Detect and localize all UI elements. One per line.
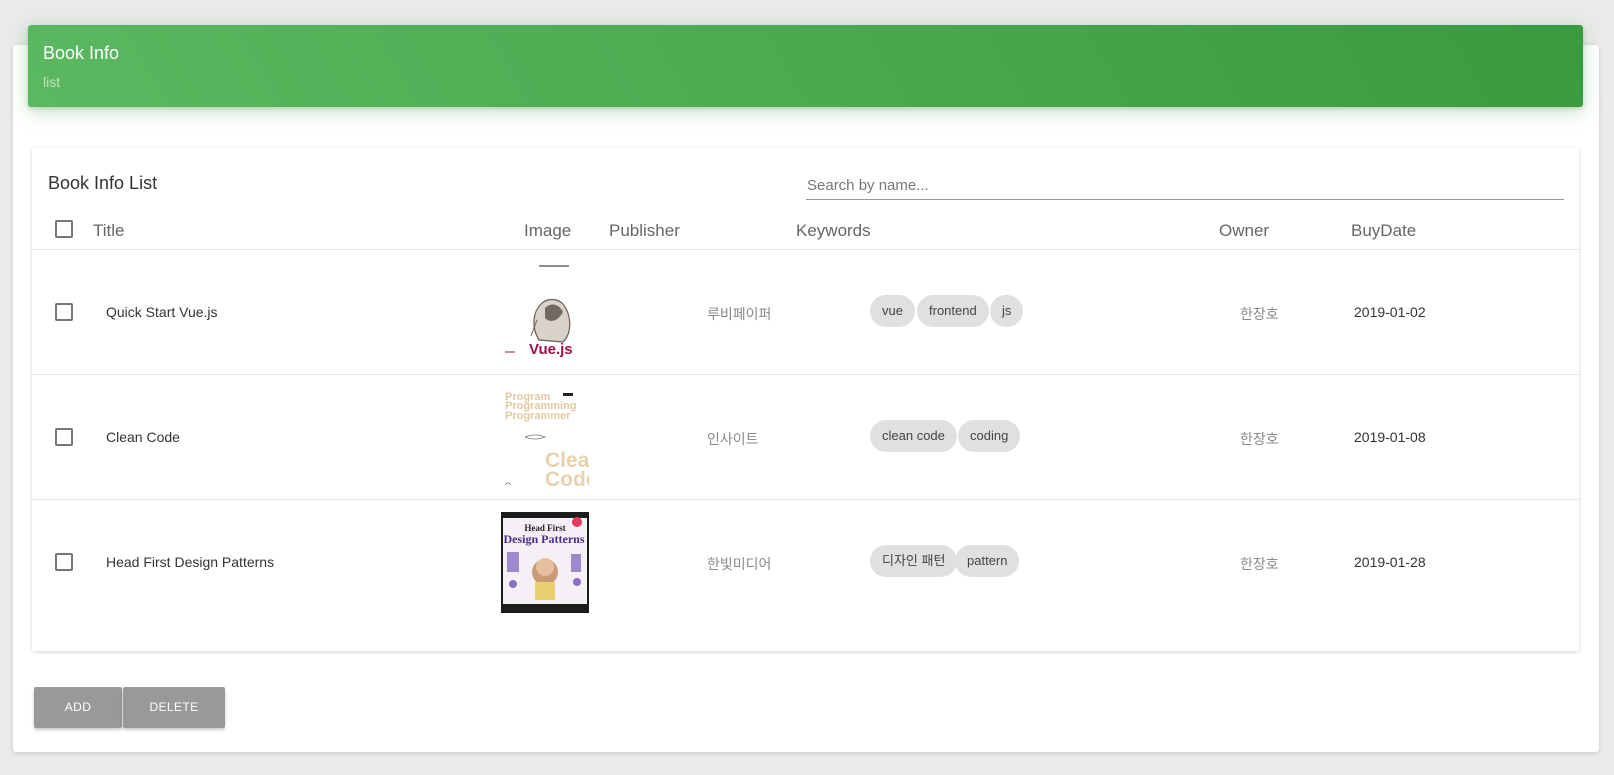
keyword-chip[interactable]: pattern	[955, 545, 1020, 577]
row-checkbox[interactable]	[55, 303, 73, 321]
table-row[interactable]: Clean Code Program Programming Programme…	[32, 374, 1579, 499]
cover-text: Programmer	[505, 410, 571, 422]
book-publisher: 루비페이퍼	[707, 306, 772, 322]
panel-title: Book Info List	[48, 173, 158, 193]
row-checkbox[interactable]	[55, 428, 73, 446]
keyword-chip[interactable]: js	[990, 295, 1024, 327]
book-title: Quick Start Vue.js	[106, 304, 218, 320]
search-input[interactable]	[806, 172, 1564, 200]
header-title: Book Info	[43, 43, 120, 63]
book-buydate: 2019-01-28	[1354, 554, 1426, 570]
table-row[interactable]: Head First Design Patterns Head First De…	[32, 499, 1579, 624]
book-owner: 한장호	[1240, 431, 1279, 447]
book-buydate: 2019-01-02	[1354, 304, 1426, 320]
cover-text: Code	[545, 468, 589, 488]
cover-title-text: Vue.js	[529, 341, 573, 358]
keyword-chip[interactable]: vue	[870, 295, 915, 327]
delete-button[interactable]: DELETE	[123, 687, 225, 728]
column-header-publisher[interactable]: Publisher	[609, 221, 680, 241]
cover-text: Design Patterns	[504, 532, 585, 546]
header-subtitle: list	[43, 74, 61, 90]
keyword-chip[interactable]: 디자인 패턴	[870, 545, 958, 577]
keyword-chip[interactable]: frontend	[917, 295, 989, 327]
book-cover-image: Program Programming Programmer Clean Cod…	[501, 387, 589, 488]
book-buydate: 2019-01-08	[1354, 429, 1426, 445]
row-checkbox[interactable]	[55, 553, 73, 571]
book-title: Head First Design Patterns	[106, 554, 275, 570]
book-publisher: 한빛미디어	[707, 556, 772, 572]
book-cover-image: Head First Design Patterns	[501, 512, 589, 613]
book-list-panel: Book Info List Title Image Publisher Key…	[32, 148, 1579, 651]
table-row[interactable]: Quick Start Vue.js Vue.js 루비페이퍼 vue fron…	[32, 249, 1579, 374]
book-owner: 한장호	[1240, 556, 1279, 572]
column-header-owner[interactable]: Owner	[1219, 221, 1269, 241]
column-header-title[interactable]: Title	[93, 221, 125, 241]
card-header: Book Info list	[28, 25, 1583, 107]
keyword-chip[interactable]: coding	[958, 420, 1021, 452]
column-header-keywords[interactable]: Keywords	[796, 221, 871, 241]
book-owner: 한장호	[1240, 306, 1279, 322]
book-publisher: 인사이트	[707, 431, 759, 447]
book-cover-image: Vue.js	[501, 262, 589, 363]
book-title: Clean Code	[106, 429, 180, 445]
column-header-image[interactable]: Image	[524, 221, 571, 241]
select-all-checkbox[interactable]	[55, 220, 73, 238]
add-button[interactable]: ADD	[34, 687, 122, 728]
column-header-buydate[interactable]: BuyDate	[1351, 221, 1416, 241]
keyword-chip[interactable]: clean code	[870, 420, 957, 452]
